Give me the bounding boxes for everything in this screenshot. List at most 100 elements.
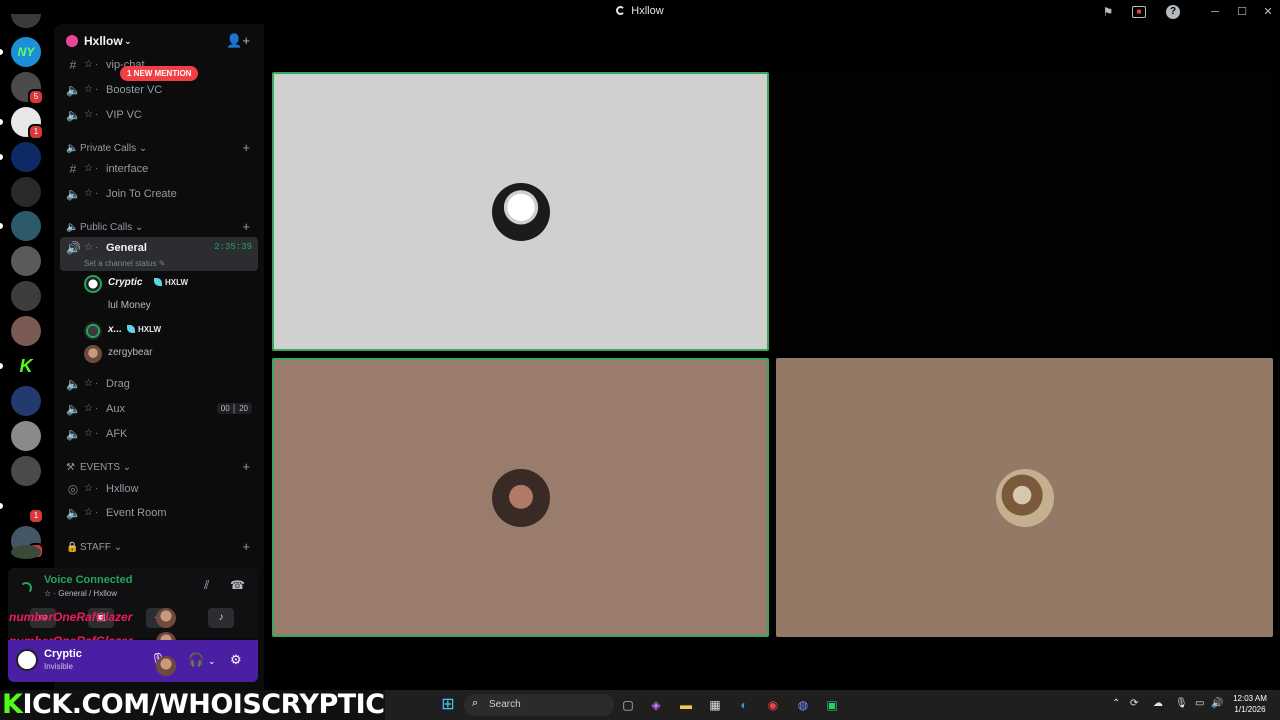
pencil-icon: ✎ (158, 259, 166, 268)
category-public-calls[interactable]: 🔈 Public Calls ⌄ + (60, 219, 258, 237)
taskbar-search[interactable]: ⌕ Search (464, 694, 614, 716)
server-3[interactable]: 1 (11, 107, 44, 140)
server-2[interactable]: 5 (11, 72, 44, 105)
category-private-calls[interactable]: 🔈 Private Calls ⌄ + (60, 140, 258, 158)
hammer-icon: ⚒ (66, 462, 75, 473)
noise-suppression-icon[interactable]: ⫽ (204, 578, 209, 593)
channel-event-room[interactable]: 🔈 ☆ · Event Room (60, 502, 258, 526)
username[interactable]: Cryptic (44, 648, 82, 660)
server-12[interactable] (11, 421, 41, 451)
channel-hxllow-stage[interactable]: ◎ ☆ · Hxllow (60, 478, 258, 502)
video-tile-empty[interactable] (776, 72, 1273, 351)
add-channel-icon[interactable]: + (242, 459, 250, 474)
separator-dot: · (95, 483, 99, 494)
server-icon (11, 281, 41, 311)
server-kick[interactable]: K (11, 351, 41, 381)
channel-drag[interactable]: 🔈 ☆ · Drag (60, 373, 258, 397)
add-channel-icon[interactable]: + (242, 140, 250, 155)
clock[interactable]: 12:03 AM 1/1/2026 (1228, 693, 1272, 715)
server-header[interactable]: Hxllow ⌄ 👤+ (54, 24, 264, 58)
tray-icon[interactable]: ⟳ (1130, 698, 1138, 709)
file-explorer-icon[interactable]: ▬ (676, 695, 696, 715)
add-channel-icon[interactable]: + (242, 219, 250, 234)
server-4[interactable] (11, 142, 41, 172)
copilot-icon[interactable]: ◈ (646, 695, 666, 715)
voice-participant[interactable]: Cryptic HXLW (84, 273, 254, 295)
video-tile-speaking[interactable] (272, 358, 769, 637)
volume-icon[interactable]: 🔊 (1211, 698, 1223, 709)
close-icon[interactable]: ✕ (1259, 3, 1277, 21)
voice-participant[interactable]: zergybear (84, 343, 254, 365)
voice-status[interactable]: Voice Connected (44, 574, 132, 586)
server-5[interactable] (11, 177, 41, 207)
unread-pip (0, 154, 3, 160)
microphone-icon[interactable]: 🎙 (1175, 698, 1188, 709)
app-icon (616, 6, 626, 15)
disconnect-icon[interactable]: ☎ (230, 578, 245, 592)
server-top-partial[interactable] (11, 14, 41, 28)
voice-connection-panel: Voice Connected ☆ · General / Hxllow ⫽ ☎… (8, 568, 258, 638)
cloud-icon[interactable]: ☁ (1153, 698, 1163, 709)
add-channel-icon[interactable]: + (242, 539, 250, 554)
server-6[interactable] (11, 211, 41, 241)
server-7[interactable] (11, 246, 41, 276)
video-tile[interactable] (776, 358, 1273, 637)
windows-start-icon[interactable]: ⊞ (438, 695, 458, 715)
help-icon[interactable]: ? (1166, 5, 1180, 19)
server-8[interactable] (11, 281, 41, 311)
server-icon (11, 316, 41, 346)
server-9[interactable] (11, 316, 41, 346)
settings-gear-icon[interactable]: ⚙ (230, 652, 242, 668)
edge-icon[interactable]: ◐ (734, 695, 754, 715)
category-staff[interactable]: 🔒 STAFF ⌄ + (60, 539, 258, 557)
server-11[interactable] (11, 386, 41, 416)
headphones-icon[interactable]: 🎧 (188, 652, 204, 668)
separator-dot: · (95, 403, 99, 414)
channel-label: General (106, 242, 147, 254)
server-13[interactable] (11, 456, 41, 486)
speaker-icon: 🔈 (66, 402, 81, 416)
channel-afk[interactable]: 🔈 ☆ · AFK (60, 423, 258, 447)
server-icon (11, 211, 41, 241)
server-16[interactable] (11, 545, 41, 559)
server-hxllow[interactable]: 1 (11, 491, 44, 524)
separator-dot: · (95, 109, 99, 120)
task-view-icon[interactable]: ▢ (618, 695, 638, 715)
network-icon[interactable]: ▭ (1195, 698, 1204, 709)
star-icon: ☆ (84, 163, 93, 174)
avatar[interactable] (16, 649, 38, 671)
chevron-down-icon[interactable]: ⌄ (208, 656, 216, 667)
separator-dot: · (95, 188, 99, 199)
channel-label: Booster VC (106, 84, 163, 96)
channel-booster-vc[interactable]: 🔈 ☆ · Booster VC (60, 79, 258, 103)
overlay-avatar (156, 608, 176, 628)
voice-participant[interactable]: lul Money (84, 296, 254, 318)
signal-icon[interactable] (20, 582, 32, 594)
voice-participant[interactable]: x... HXLW (84, 320, 254, 342)
flag-icon[interactable]: ⚑ (1100, 4, 1116, 20)
channel-aux[interactable]: 🔈 ☆ · Aux 00 │ 20 (60, 398, 258, 422)
category-events[interactable]: ⚒ EVENTS ⌄ + (60, 459, 258, 477)
discord-icon[interactable]: ◍ (793, 695, 813, 715)
soundboard-button[interactable]: ♪ (208, 608, 234, 628)
app-icon[interactable]: ▣ (822, 695, 842, 715)
inbox-icon[interactable]: ■ (1132, 6, 1146, 18)
channel-vip-vc[interactable]: 🔈 ☆ · VIP VC (60, 104, 258, 128)
minimize-icon[interactable]: ─ (1206, 3, 1224, 21)
server-ny[interactable]: NY (11, 37, 41, 67)
channel-status[interactable]: Set a channel status ✎ (84, 259, 165, 268)
add-member-icon[interactable]: 👤+ (226, 33, 250, 49)
speaker-icon: 🔈 (66, 108, 81, 122)
maximize-icon[interactable]: ☐ (1233, 3, 1251, 21)
store-icon[interactable]: ▦ (705, 695, 725, 715)
chevron-up-icon[interactable]: ⌃ (1112, 698, 1120, 709)
voice-location[interactable]: ☆ · General / Hxllow (44, 589, 117, 598)
chrome-icon[interactable]: ◉ (763, 695, 783, 715)
star-icon: ☆ (84, 428, 93, 439)
user-status: Invisible (44, 662, 73, 671)
separator-dot: · (95, 163, 99, 174)
channel-interface[interactable]: # ☆ · interface (60, 158, 258, 182)
video-tile-speaking[interactable] (272, 72, 769, 351)
channel-join-to-create[interactable]: 🔈 ☆ · Join To Create (60, 183, 258, 207)
unread-pip (0, 363, 3, 369)
